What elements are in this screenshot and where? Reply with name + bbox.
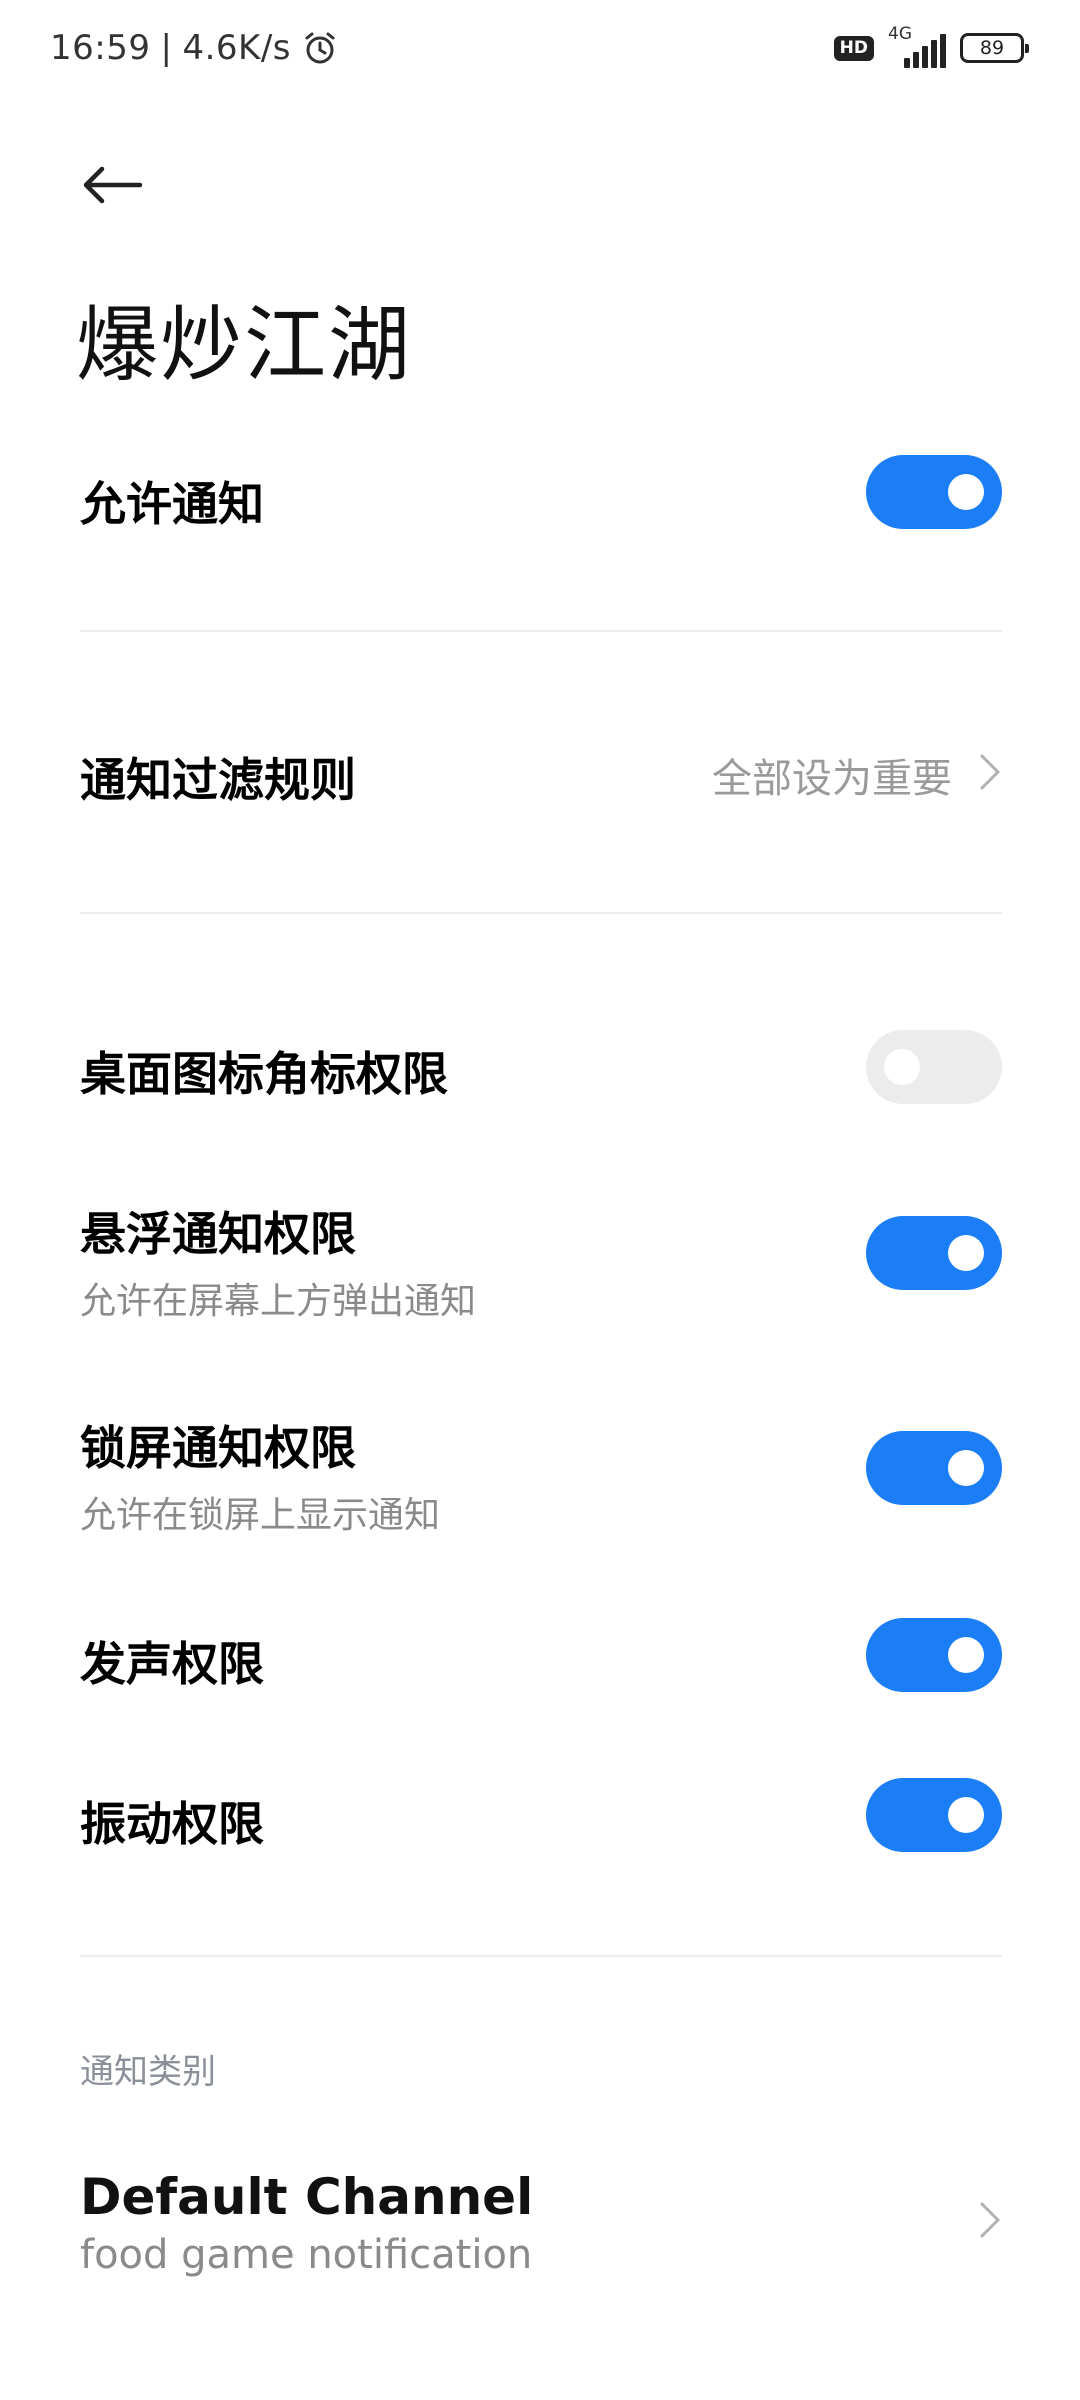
toggle-knob	[884, 1049, 920, 1085]
floating-permission-row[interactable]: 悬浮通知权限 允许在屏幕上方弹出通知	[80, 1198, 1002, 1324]
status-speed: 4.6K/s	[182, 28, 291, 68]
vibration-permission-toggle[interactable]	[866, 1778, 1002, 1852]
floating-permission-label: 悬浮通知权限	[80, 1207, 356, 1261]
sound-permission-row[interactable]: 发声权限	[80, 1628, 1002, 1694]
page-title: 爆炒江湖	[76, 298, 413, 393]
arrow-left-icon	[83, 166, 143, 204]
floating-permission-subtitle: 允许在屏幕上方弹出通知	[80, 1281, 477, 1322]
channel-title: Default Channel	[80, 2168, 534, 2226]
battery-level: 89	[979, 37, 1005, 59]
lockscreen-permission-subtitle: 允许在锁屏上显示通知	[80, 1495, 441, 1536]
chevron-right-icon	[980, 754, 1000, 790]
section-header-categories: 通知类别	[80, 2052, 216, 2092]
allow-notifications-label: 允许通知	[80, 477, 264, 531]
badge-permission-row[interactable]: 桌面图标角标权限	[80, 1038, 1002, 1104]
alarm-icon	[301, 29, 339, 67]
badge-permission-toggle[interactable]	[866, 1030, 1002, 1104]
divider	[80, 1955, 1002, 1957]
sound-permission-label: 发声权限	[80, 1637, 264, 1691]
filter-rule-value: 全部设为重要	[712, 756, 952, 802]
floating-permission-toggle[interactable]	[866, 1216, 1002, 1290]
lockscreen-permission-toggle[interactable]	[866, 1431, 1002, 1505]
status-right: HD 4G 89	[833, 24, 1029, 68]
allow-notifications-toggle[interactable]	[866, 455, 1002, 529]
toggle-knob	[948, 1637, 984, 1673]
lockscreen-permission-row[interactable]: 锁屏通知权限 允许在锁屏上显示通知	[80, 1412, 1002, 1538]
sound-permission-toggle[interactable]	[866, 1618, 1002, 1692]
signal-bars	[904, 34, 946, 68]
status-time: 16:59	[50, 28, 151, 68]
channel-subtitle: food game notification	[80, 2232, 533, 2278]
status-bar: 16:59 | 4.6K/s HD 4G 89	[0, 0, 1080, 100]
badge-permission-label: 桌面图标角标权限	[80, 1047, 448, 1101]
chevron-right-icon	[980, 2202, 1000, 2238]
toggle-knob	[948, 1450, 984, 1486]
status-left: 16:59 | 4.6K/s	[50, 28, 339, 68]
allow-notifications-row[interactable]: 允许通知	[80, 468, 1002, 534]
status-separator: |	[160, 28, 173, 68]
hd-badge: HD	[833, 35, 874, 61]
battery-icon: 89	[960, 33, 1029, 63]
vibration-permission-row[interactable]: 振动权限	[80, 1788, 1002, 1854]
signal-icon: 4G	[888, 24, 946, 68]
toggle-knob	[948, 1235, 984, 1271]
lockscreen-permission-label: 锁屏通知权限	[80, 1421, 356, 1475]
divider	[80, 912, 1002, 914]
back-button[interactable]	[80, 150, 150, 220]
divider	[80, 630, 1002, 632]
vibration-permission-label: 振动权限	[80, 1797, 264, 1851]
toggle-knob	[948, 1797, 984, 1833]
toggle-knob	[948, 474, 984, 510]
